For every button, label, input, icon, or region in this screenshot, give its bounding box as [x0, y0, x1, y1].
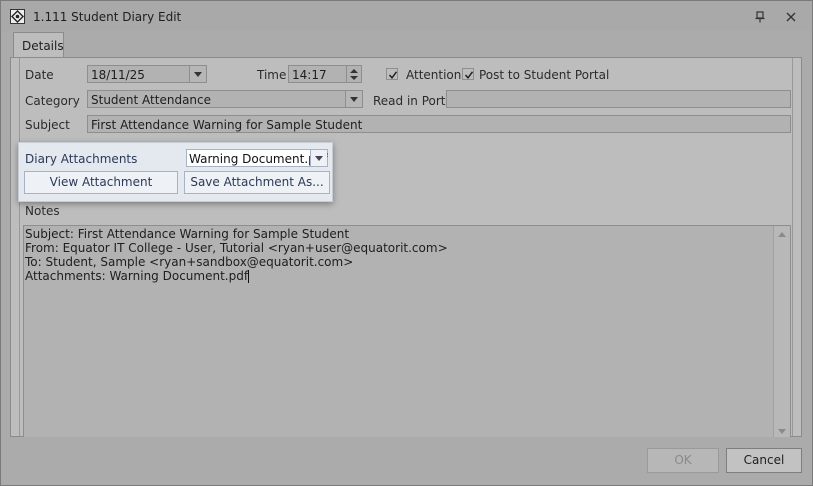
- attention-label: Attention: [406, 68, 462, 82]
- window-title: 1.111 Student Diary Edit: [33, 10, 182, 24]
- spin-down-icon[interactable]: [350, 76, 358, 80]
- text-caret: [248, 270, 250, 283]
- notes-content: Subject: First Attendance Warning for Sa…: [25, 227, 448, 283]
- category-field[interactable]: Student Attendance: [87, 90, 363, 108]
- chevron-down-icon: [315, 156, 323, 161]
- time-value: 14:17: [292, 68, 327, 82]
- notes-scrollbar[interactable]: [773, 226, 790, 437]
- tab-details[interactable]: Details: [13, 32, 64, 57]
- post-portal-label: Post to Student Portal: [479, 68, 610, 82]
- date-label: Date: [25, 68, 54, 82]
- category-value: Student Attendance: [91, 93, 212, 107]
- category-label: Category: [25, 94, 80, 108]
- date-field[interactable]: 18/11/25: [87, 65, 207, 83]
- save-attachment-button[interactable]: Save Attachment As...: [184, 171, 330, 194]
- time-spinner[interactable]: [346, 66, 361, 82]
- subject-field[interactable]: First Attendance Warning for Sample Stud…: [87, 115, 791, 133]
- time-field[interactable]: 14:17: [288, 65, 362, 83]
- attachment-selected-value: Warning Document.pdf: [189, 152, 328, 166]
- pin-icon[interactable]: [754, 11, 766, 23]
- date-dropdown-button[interactable]: [189, 66, 206, 82]
- title-bar: 1.111 Student Diary Edit: [1, 1, 812, 31]
- notes-line: To: Student, Sample <ryan+sandbox@equato…: [25, 255, 354, 269]
- notes-line-last: Attachments: Warning Document.pdf: [25, 269, 448, 283]
- attachment-dropdown-button[interactable]: [310, 150, 327, 166]
- read-portal-field: [446, 90, 791, 108]
- checkmark-icon: [388, 71, 398, 79]
- view-attachment-button[interactable]: View Attachment: [24, 171, 178, 194]
- spin-up-icon[interactable]: [350, 69, 358, 73]
- time-label: Time: [257, 68, 287, 82]
- tab-details-label: Details: [22, 39, 64, 53]
- chevron-down-icon: [350, 97, 358, 102]
- scroll-up-icon[interactable]: [778, 232, 786, 237]
- notes-label: Notes: [25, 204, 60, 218]
- date-value: 18/11/25: [91, 68, 145, 82]
- notes-line: Attachments: Warning Document.pdf: [25, 269, 249, 283]
- app-logo-icon: [10, 9, 25, 24]
- notes-line: Subject: First Attendance Warning for Sa…: [25, 227, 350, 241]
- attention-checkbox[interactable]: [386, 68, 398, 80]
- checkmark-icon: [464, 71, 474, 79]
- notes-textarea[interactable]: Subject: First Attendance Warning for Sa…: [23, 225, 791, 437]
- attachments-label: Diary Attachments: [25, 152, 138, 166]
- attachment-select[interactable]: Warning Document.pdf: [186, 149, 328, 167]
- subject-value: First Attendance Warning for Sample Stud…: [91, 118, 363, 132]
- close-icon[interactable]: [784, 10, 798, 24]
- post-portal-checkbox[interactable]: [462, 68, 474, 80]
- attachments-popup: Diary Attachments Warning Document.pdf V…: [18, 142, 333, 202]
- cancel-button[interactable]: Cancel: [726, 448, 802, 473]
- notes-line: From: Equator IT College - User, Tutoria…: [25, 241, 448, 255]
- subject-label: Subject: [25, 118, 70, 132]
- read-portal-label: Read in Portal: [373, 94, 457, 108]
- scroll-down-icon[interactable]: [778, 429, 786, 434]
- ok-button[interactable]: OK: [647, 448, 719, 473]
- chevron-down-icon: [194, 72, 202, 77]
- dialog-window: 1.111 Student Diary Edit Details Date 18…: [0, 0, 813, 486]
- category-dropdown-button[interactable]: [345, 91, 362, 107]
